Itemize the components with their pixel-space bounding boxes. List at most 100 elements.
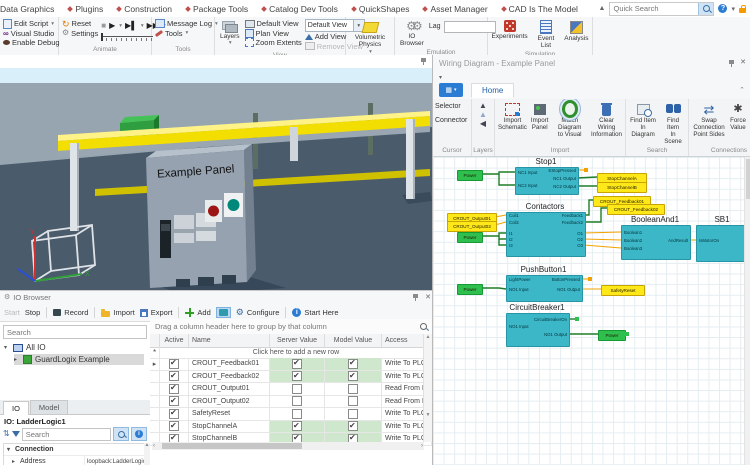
settings-button[interactable]: ⚙Settings (62, 29, 98, 39)
table-row[interactable]: SafetyResetWrite To PLCExample Panel.P (150, 408, 432, 421)
ribbon-tab-catalog-dev-tools[interactable]: Catalog Dev Tools (255, 4, 345, 14)
active-checkbox[interactable] (169, 409, 179, 419)
event-list-button[interactable]: Event List (536, 19, 557, 50)
plan-view-button[interactable]: Plan View (245, 29, 302, 39)
swap-connection-point-sides-button[interactable]: ⇄Swap Connection Point Sides (691, 101, 727, 146)
help-icon[interactable]: ? (718, 4, 727, 13)
active-checkbox[interactable] (169, 384, 179, 394)
model-checkbox[interactable] (348, 359, 358, 369)
dropdown-caret-icon[interactable]: ▾ (731, 5, 735, 13)
add-button[interactable]: Add (185, 308, 210, 317)
property-category-connection[interactable]: ▾Connection (4, 444, 144, 456)
block-contactors[interactable]: Coil1Coil2I1I2I3Feedback1Feedback2O1O2O3 (506, 212, 586, 257)
stop-playback-icon[interactable]: ■ (101, 21, 106, 30)
active-checkbox[interactable] (169, 371, 179, 381)
close-icon[interactable]: ✕ (740, 58, 746, 66)
animation-speed-slider[interactable] (101, 33, 153, 42)
layers-button[interactable]: Layers▾ (218, 19, 242, 51)
ribbon-tab-package-tools[interactable]: Package Tools (179, 4, 255, 14)
column-header-model-value[interactable]: Model Value (325, 334, 382, 347)
play-icon[interactable]: ▶ (109, 21, 115, 30)
column-header-active[interactable]: Active (160, 334, 189, 347)
import-panel-button[interactable]: Import Panel (530, 101, 550, 146)
quick-access-caret-icon[interactable]: ▾ (439, 74, 442, 81)
pin-icon[interactable] (421, 58, 426, 62)
find-item-in-diagram-button[interactable]: Find Item In Diagram (628, 101, 658, 146)
message-log-button[interactable]: Message Log▾ (155, 19, 218, 29)
record-button[interactable]: Record (53, 308, 88, 317)
block-pushbutton1[interactable]: LightPowerNO1 InputButtonPressedNO1 Outp… (506, 275, 583, 302)
model-checkbox[interactable] (348, 409, 358, 419)
analysis-button[interactable]: Analysis (562, 19, 590, 50)
tree-item-all-io[interactable]: ▾ All IO (4, 342, 46, 353)
tag-power[interactable]: Power (457, 232, 483, 243)
tools-button[interactable]: Tools▾ (155, 29, 218, 39)
column-header-server-value[interactable]: Server Value (270, 334, 325, 347)
stop-button[interactable]: Stop (25, 308, 40, 317)
send-backward-icon[interactable]: ▲ (479, 110, 487, 119)
server-checkbox[interactable] (292, 359, 302, 369)
server-checkbox[interactable] (292, 371, 302, 381)
tab-io[interactable]: IO (3, 401, 29, 415)
ribbon-tab-cad-is-the-model[interactable]: CAD Is The Model (495, 4, 585, 14)
tab-home[interactable]: Home (471, 83, 514, 98)
server-checkbox[interactable] (292, 421, 302, 431)
block-booleanand1[interactable]: Boolean1Boolean2Boolean3AndResult (621, 225, 691, 260)
tag-power[interactable]: Power (457, 284, 483, 295)
pin-icon[interactable] (413, 294, 418, 298)
edit-script-button[interactable]: Edit Script▾ (3, 19, 60, 29)
tag-crout-feedback02[interactable]: CROUT_Feedback02 (607, 204, 665, 215)
import-button[interactable]: Import (101, 308, 134, 317)
active-checkbox[interactable] (169, 396, 179, 406)
table-row[interactable]: CROUT_Feedback02Write To PLCExample Pane… (150, 371, 432, 384)
column-header-name[interactable]: Name (189, 334, 270, 347)
horizontal-scrollbar[interactable]: ‹› (152, 442, 424, 450)
active-checkbox[interactable] (169, 359, 179, 369)
ribbon-collapse-icon[interactable]: ▲ (599, 5, 606, 12)
model-checkbox[interactable] (348, 396, 358, 406)
match-diagram-to-visual-button[interactable]: Match Diagram to Visual (551, 101, 588, 146)
vertical-scrollbar[interactable]: ▲▼ (423, 334, 432, 442)
scene-viewport[interactable]: Example Panel Y X (0, 55, 432, 290)
server-checkbox[interactable] (292, 409, 302, 419)
experiments-button[interactable]: Experiments (490, 19, 530, 50)
model-checkbox[interactable] (348, 384, 358, 394)
auto-configure-button[interactable] (216, 307, 231, 318)
lock-icon[interactable] (739, 8, 746, 13)
ribbon-tab-plugins[interactable]: Plugins (61, 4, 110, 14)
default-view-button[interactable]: Default View (245, 19, 302, 29)
wiring-scrollbar[interactable] (744, 157, 750, 465)
selector-button[interactable]: Selector (435, 101, 467, 112)
layer-left-icon[interactable]: ◀ (480, 119, 486, 128)
quick-search-input[interactable] (610, 4, 698, 14)
expander-icon[interactable]: ▾ (4, 344, 10, 351)
ribbon-tab-construction[interactable]: Construction (110, 4, 179, 14)
property-search-input[interactable] (22, 428, 111, 441)
table-row[interactable]: CROUT_Output02Read From PLCExample Panel… (150, 396, 432, 409)
clear-wiring-information-button[interactable]: Clear Wiring Information (590, 101, 623, 146)
filter-icon[interactable] (12, 431, 20, 437)
tag-safetyreset[interactable]: SafetyReset (601, 285, 645, 296)
reset-button[interactable]: ↻Reset (62, 19, 98, 29)
server-checkbox[interactable] (292, 384, 302, 394)
tag-power[interactable]: Power (457, 170, 483, 181)
example-panel-cabinet[interactable]: Example Panel (146, 144, 256, 288)
configure-button[interactable]: ⚙Configure (236, 308, 280, 317)
property-help-button[interactable]: i (131, 427, 147, 441)
export-button[interactable]: Export (140, 308, 173, 317)
tab-model[interactable]: Model (30, 400, 68, 414)
close-icon[interactable]: ✕ (425, 293, 431, 301)
expander-icon[interactable]: ▸ (14, 356, 20, 363)
force-value-button[interactable]: ✱Force Value (729, 101, 747, 146)
visual-studio-button[interactable]: ∞Visual Studio (3, 29, 60, 39)
property-search-button[interactable] (113, 427, 129, 441)
start-here-button[interactable]: iStart Here (292, 308, 338, 317)
sort-icon[interactable]: ⇅ (3, 429, 10, 439)
block-stop1[interactable]: NC1 InputNC2 InputEStopPressedNC1 Output… (515, 167, 579, 195)
find-item-in-scene-button[interactable]: Find Item In Scene (660, 101, 686, 146)
connector-button[interactable]: Connector (435, 115, 467, 126)
grid-search-icon[interactable] (420, 323, 427, 330)
backstage-button[interactable]: ▦▾ (439, 83, 463, 97)
ribbon-collapse-icon[interactable]: ⌃ (739, 86, 745, 94)
pin-icon[interactable] (729, 60, 734, 64)
